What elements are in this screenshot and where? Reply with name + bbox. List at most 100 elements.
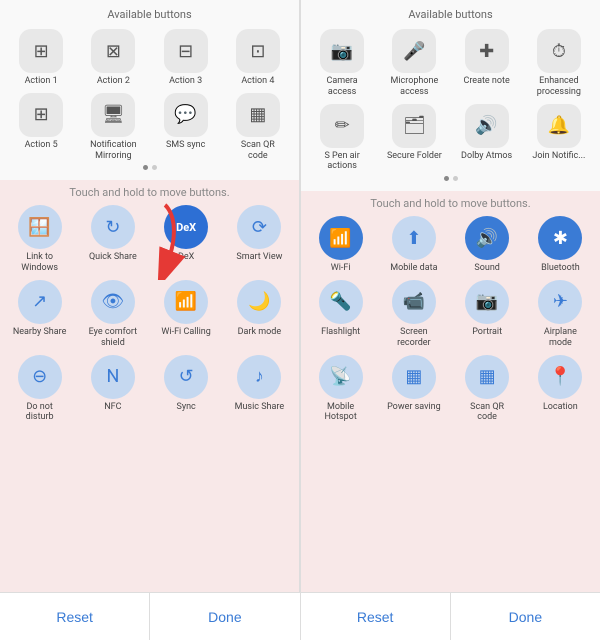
- left-available-section: Available buttons ⊞ Action 1 ⊠ Action 2 …: [0, 0, 299, 180]
- active-button[interactable]: ↺ Sync: [153, 355, 220, 424]
- available-button-icon: ⊡: [236, 29, 280, 73]
- active-button-label: Screen recorder: [386, 327, 441, 349]
- active-button-label: Bluetooth: [541, 263, 580, 274]
- available-button-label: Camera access: [315, 76, 370, 98]
- active-button-label: Nearby Share: [13, 327, 67, 338]
- active-button-icon: 📶: [164, 280, 208, 324]
- active-button-label: Sound: [474, 263, 499, 274]
- available-button-label: Secure Folder: [387, 151, 442, 162]
- active-button-icon: 📹: [392, 280, 436, 324]
- active-button[interactable]: ▦ Power saving: [380, 355, 447, 424]
- active-button-icon: 🔦: [319, 280, 363, 324]
- footer: Reset Done Reset Done: [0, 592, 600, 640]
- right-done-button[interactable]: Done: [451, 593, 600, 640]
- available-button[interactable]: ▦ Scan QR code: [225, 93, 291, 162]
- active-button-label: Do not disturb: [12, 402, 67, 424]
- dot-1: [143, 165, 148, 170]
- available-button-icon: ✚: [465, 29, 509, 73]
- right-available-title: Available buttons: [307, 8, 594, 21]
- available-button[interactable]: ✏ S Pen air actions: [309, 104, 375, 173]
- active-button-label: Mobile data: [390, 263, 437, 274]
- active-button[interactable]: 🪟 Link to Windows: [6, 205, 73, 274]
- active-button-label: Dark mode: [238, 327, 282, 338]
- active-button-icon: 📡: [319, 355, 363, 399]
- available-button[interactable]: ⊠ Action 2: [80, 29, 146, 87]
- active-button-label: Flashlight: [321, 327, 360, 338]
- active-button-label: Airplane mode: [533, 327, 588, 349]
- active-button-label: Sync: [176, 402, 195, 413]
- available-button[interactable]: ✚ Create note: [454, 29, 520, 98]
- available-button[interactable]: ⊡ Action 4: [225, 29, 291, 87]
- right-reset-button[interactable]: Reset: [301, 593, 450, 640]
- active-button-icon: ↗: [18, 280, 62, 324]
- right-available-grid: 📷 Camera access 🎤 Microphone access ✚ Cr…: [307, 29, 594, 172]
- active-button-label: Scan QR code: [460, 402, 515, 424]
- active-button-icon: 📷: [465, 280, 509, 324]
- active-button-label: Eye comfort shield: [85, 327, 140, 349]
- active-button[interactable]: ⬆ Mobile data: [380, 216, 447, 274]
- available-button-label: Enhanced processing: [531, 76, 586, 98]
- available-button[interactable]: 💬 SMS sync: [153, 93, 219, 162]
- active-button[interactable]: ✈ Airplane mode: [527, 280, 594, 349]
- active-button-icon: ♪: [237, 355, 281, 399]
- active-button-icon: ⟳: [237, 205, 281, 249]
- available-button[interactable]: 🔔 Join Notific...: [526, 104, 592, 173]
- available-button-label: Microphone access: [387, 76, 442, 98]
- active-button[interactable]: 📷 Portrait: [454, 280, 521, 349]
- active-button[interactable]: ▦ Scan QR code: [454, 355, 521, 424]
- left-active-title: Touch and hold to move buttons.: [6, 186, 293, 199]
- right-footer: Reset Done: [301, 593, 600, 640]
- available-button-icon: ⊟: [164, 29, 208, 73]
- active-button-icon: 🪟: [18, 205, 62, 249]
- active-button-icon: ⬆: [392, 216, 436, 260]
- active-button[interactable]: 📡 Mobile Hotspot: [307, 355, 374, 424]
- active-button[interactable]: 📶 Wi-Fi Calling: [153, 280, 220, 349]
- active-button[interactable]: ↻ Quick Share: [79, 205, 146, 274]
- active-button-icon: ↻: [91, 205, 135, 249]
- available-button-icon: 💬: [164, 93, 208, 137]
- active-button[interactable]: ⟳ Smart View: [226, 205, 293, 274]
- active-button-label: Portrait: [472, 327, 502, 338]
- left-active-grid: 🪟 Link to Windows ↻ Quick Share DeX DeX …: [6, 205, 293, 423]
- active-button-icon: ↺: [164, 355, 208, 399]
- left-reset-button[interactable]: Reset: [0, 593, 149, 640]
- active-button[interactable]: 📶 Wi-Fi: [307, 216, 374, 274]
- right-available-section: Available buttons 📷 Camera access 🎤 Micr…: [301, 0, 600, 191]
- available-button[interactable]: 🖥 Notification Mirroring: [80, 93, 146, 162]
- active-button[interactable]: ⊖ Do not disturb: [6, 355, 73, 424]
- active-button[interactable]: ✱ Bluetooth: [527, 216, 594, 274]
- active-button[interactable]: 📹 Screen recorder: [380, 280, 447, 349]
- available-button-icon: 🔔: [537, 104, 581, 148]
- right-panel: Available buttons 📷 Camera access 🎤 Micr…: [301, 0, 600, 592]
- available-button[interactable]: ⊞ Action 1: [8, 29, 74, 87]
- active-button-label: Smart View: [236, 252, 282, 263]
- available-button[interactable]: ⊟ Action 3: [153, 29, 219, 87]
- available-button[interactable]: ⏱ Enhanced processing: [526, 29, 592, 98]
- available-button-icon: ⊞: [19, 29, 63, 73]
- available-button[interactable]: 📷 Camera access: [309, 29, 375, 98]
- available-button[interactable]: 🔊 Dolby Atmos: [454, 104, 520, 173]
- available-button[interactable]: ⊞ Action 5: [8, 93, 74, 162]
- active-button-icon: ▦: [392, 355, 436, 399]
- active-button[interactable]: N NFC: [79, 355, 146, 424]
- active-button[interactable]: 🔊 Sound: [454, 216, 521, 274]
- active-button-icon: ⊖: [18, 355, 62, 399]
- active-button[interactable]: 👁 Eye comfort shield: [79, 280, 146, 349]
- active-button[interactable]: 📍 Location: [527, 355, 594, 424]
- left-dots: [6, 161, 293, 174]
- available-button[interactable]: 🗂 Secure Folder: [381, 104, 447, 173]
- right-active-title: Touch and hold to move buttons.: [307, 197, 594, 210]
- available-button[interactable]: 🎤 Microphone access: [381, 29, 447, 98]
- available-button-label: Action 1: [25, 76, 58, 87]
- left-done-button[interactable]: Done: [150, 593, 299, 640]
- active-button[interactable]: ♪ Music Share: [226, 355, 293, 424]
- active-button-label: Music Share: [235, 402, 285, 413]
- active-button-label: NFC: [104, 402, 121, 413]
- active-button[interactable]: 🔦 Flashlight: [307, 280, 374, 349]
- active-button[interactable]: 🌙 Dark mode: [226, 280, 293, 349]
- available-button-label: Dolby Atmos: [461, 151, 512, 162]
- available-button-label: Action 4: [241, 76, 274, 87]
- active-button[interactable]: ↗ Nearby Share: [6, 280, 73, 349]
- active-button[interactable]: DeX DeX: [153, 205, 220, 274]
- available-button-icon: ⊞: [19, 93, 63, 137]
